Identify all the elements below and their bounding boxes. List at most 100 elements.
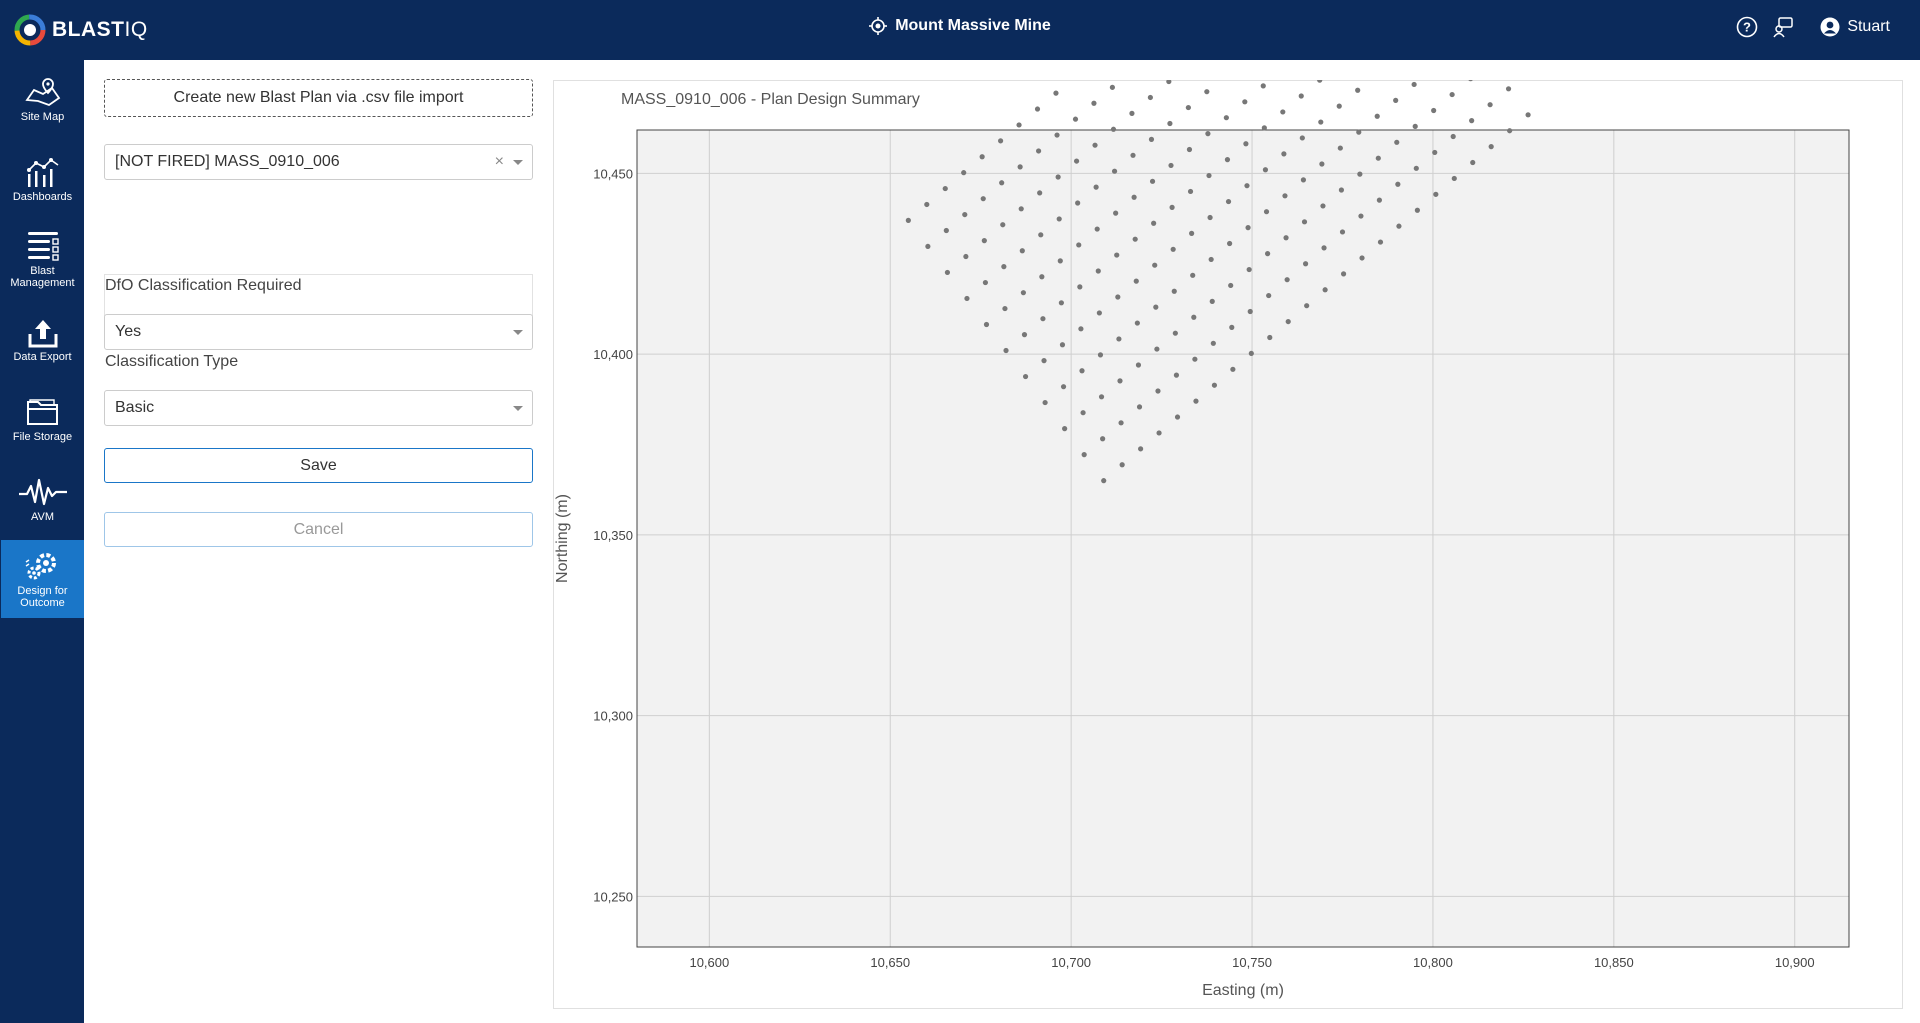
data-point <box>1113 210 1119 216</box>
data-point <box>1223 115 1229 121</box>
data-point <box>1166 80 1172 85</box>
clear-selection-icon[interactable]: × <box>495 153 504 171</box>
data-point <box>1017 164 1023 170</box>
data-point <box>1189 230 1195 236</box>
top-bar: BLASTIQ Mount Massive Mine ? Stuart <box>0 0 1920 60</box>
classification-type-value: Basic <box>115 399 155 416</box>
data-point <box>1263 209 1270 215</box>
data-point <box>1285 318 1291 325</box>
data-point <box>1138 446 1144 452</box>
data-point <box>1093 184 1099 190</box>
sidebar-item-avm[interactable]: AVM <box>1 460 84 538</box>
data-point <box>1152 262 1158 268</box>
data-point <box>1092 142 1098 148</box>
data-point <box>981 238 987 244</box>
data-point <box>1488 144 1494 150</box>
data-point <box>1230 366 1236 372</box>
data-point <box>1225 198 1232 205</box>
sidebar-item-data-export[interactable]: Data Export <box>1 300 84 378</box>
data-point <box>1073 158 1080 164</box>
data-point <box>1261 125 1267 131</box>
data-point <box>1059 342 1066 348</box>
sidebar-item-blast-management[interactable]: Blast Management <box>1 220 84 298</box>
data-point <box>1411 81 1417 88</box>
user-icon <box>1820 17 1840 37</box>
data-point <box>1133 278 1139 284</box>
data-point <box>1021 332 1028 338</box>
sidebar-item-label: Blast Management <box>10 264 75 289</box>
data-point <box>943 227 949 234</box>
data-point <box>1168 162 1174 169</box>
data-point <box>1227 240 1233 247</box>
feedback-icon[interactable] <box>1772 16 1794 38</box>
help-icon[interactable]: ? <box>1736 16 1758 38</box>
data-point <box>1209 298 1215 304</box>
data-point <box>1191 314 1197 320</box>
data-point <box>1208 256 1214 263</box>
user-menu[interactable]: Stuart <box>1820 17 1890 37</box>
classification-type-label: Classification Type <box>105 353 239 370</box>
data-point <box>1525 112 1531 118</box>
data-point <box>1283 235 1289 241</box>
dfo-classification-label: DfO Classification Required <box>105 277 302 294</box>
sidebar-item-site-map[interactable]: Site Map <box>1 60 84 138</box>
data-point <box>1171 288 1177 294</box>
data-point <box>1282 193 1288 199</box>
data-point <box>1396 223 1402 229</box>
x-tick-label: 10,900 <box>1775 955 1815 970</box>
data-point <box>1224 157 1231 163</box>
data-point <box>1299 135 1305 141</box>
data-point <box>1172 330 1178 336</box>
data-point <box>1267 334 1273 341</box>
data-point <box>1337 145 1343 151</box>
data-point <box>982 279 989 286</box>
data-point <box>1248 350 1254 357</box>
data-point <box>1185 104 1191 111</box>
data-point <box>1053 90 1059 96</box>
chevron-down-icon <box>513 160 523 165</box>
blast-plan-select[interactable]: [NOT FIRED] MASS_0910_006 × <box>104 144 533 180</box>
sidebar-item-design-for-outcome[interactable]: Design for Outcome <box>1 540 84 618</box>
data-point <box>1149 178 1156 184</box>
data-point <box>1210 340 1216 346</box>
data-point <box>962 211 968 218</box>
save-button[interactable]: Save <box>104 448 533 483</box>
dfo-classification-select[interactable]: Yes <box>104 314 533 350</box>
data-point <box>1075 200 1081 206</box>
y-tick-label: 10,250 <box>593 889 633 904</box>
data-point <box>1186 146 1193 153</box>
data-point <box>1116 336 1122 342</box>
chevron-down-icon <box>513 406 523 411</box>
data-point <box>1284 277 1290 283</box>
data-point <box>1062 426 1068 432</box>
site-selector[interactable]: Mount Massive Mine <box>0 17 1920 35</box>
data-point <box>1170 246 1176 252</box>
data-point <box>1173 372 1180 378</box>
data-point <box>1432 149 1438 156</box>
data-point <box>1078 326 1084 332</box>
x-tick-label: 10,800 <box>1413 955 1453 970</box>
data-point <box>1281 151 1287 157</box>
data-point <box>999 180 1005 186</box>
data-point <box>1356 129 1362 135</box>
data-point <box>1018 206 1024 212</box>
data-point <box>1266 292 1272 299</box>
sidebar-item-label: Design for Outcome <box>17 584 68 609</box>
sidebar-item-label: Dashboards <box>12 190 73 203</box>
plan-scatter-chart[interactable]: 10,600 10,650 10,700 10,750 10,800 10,850 10,9… <box>553 80 1903 1009</box>
cancel-button[interactable]: Cancel <box>104 512 533 547</box>
data-point <box>1507 128 1513 134</box>
data-point <box>1081 452 1087 458</box>
classification-type-select[interactable]: Basic <box>104 390 533 426</box>
data-point <box>1470 159 1476 166</box>
data-point <box>1019 248 1025 254</box>
data-point <box>1136 404 1143 410</box>
data-point <box>1375 155 1381 161</box>
data-point <box>1357 171 1363 177</box>
data-point <box>1077 284 1083 290</box>
data-point <box>1228 282 1234 289</box>
data-point <box>1110 126 1117 132</box>
csv-import-button[interactable]: Create new Blast Plan via .csv file impo… <box>104 79 533 117</box>
sidebar-item-file-storage[interactable]: File Storage <box>1 380 84 458</box>
sidebar-item-dashboards[interactable]: Dashboards <box>1 140 84 218</box>
